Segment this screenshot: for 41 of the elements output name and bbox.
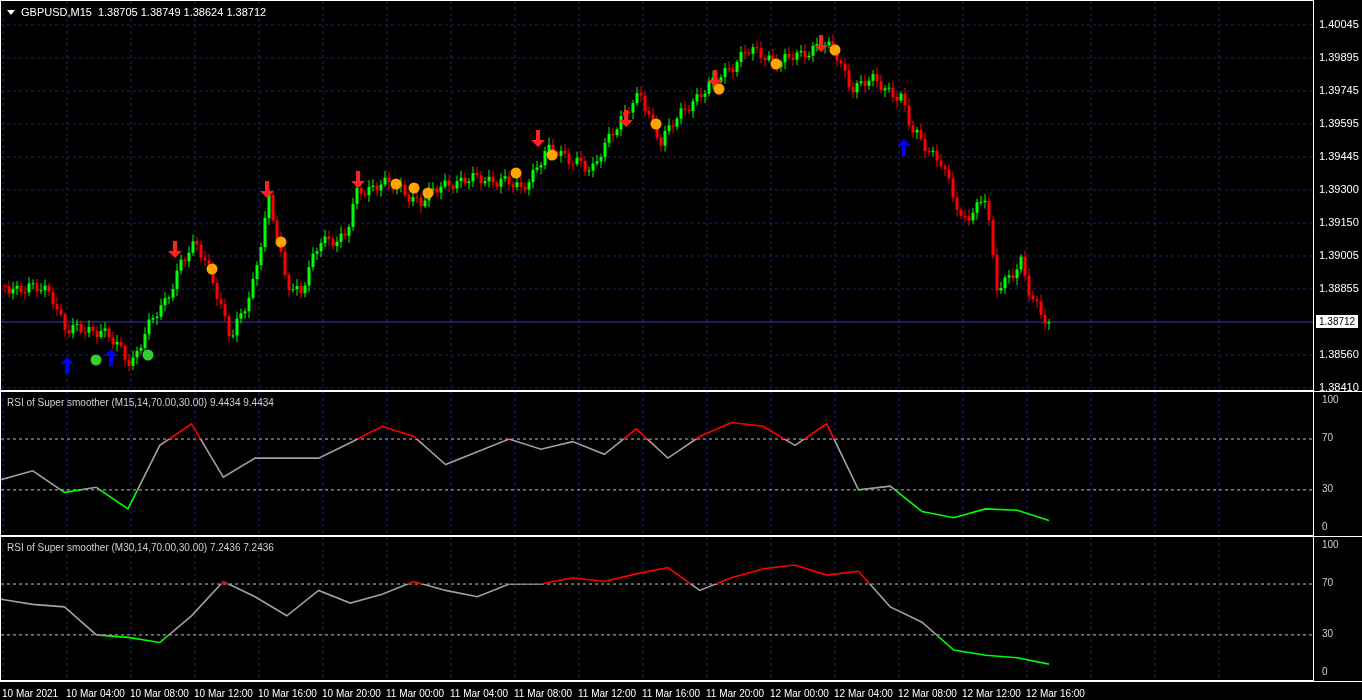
quote-values: 1.38705 1.38749 1.38624 1.38712 bbox=[97, 5, 267, 20]
axis-label: 100 bbox=[1322, 538, 1339, 551]
time-label: 10 Mar 08:00 bbox=[130, 687, 189, 699]
time-label: 10 Mar 04:00 bbox=[66, 687, 125, 699]
price-label: 1.39745 bbox=[1319, 84, 1359, 97]
axis-label: 0 bbox=[1322, 521, 1328, 533]
price-label: 1.39895 bbox=[1319, 51, 1359, 64]
price-label: 1.39300 bbox=[1319, 183, 1359, 196]
time-label: 10 Mar 16:00 bbox=[258, 687, 317, 699]
time-label: 12 Mar 12:00 bbox=[962, 687, 1021, 699]
price-label: 1.38560 bbox=[1319, 348, 1359, 361]
axis-label: 70 bbox=[1322, 577, 1334, 589]
time-label: 11 Mar 00:00 bbox=[386, 687, 445, 699]
time-label: 10 Mar 2021 bbox=[2, 687, 59, 699]
indicator-title: RSI of Super smoother (M30,14,70.00,30.00) 7.2436 7.2436 bbox=[7, 541, 274, 555]
time-label: 12 Mar 16:00 bbox=[1026, 687, 1085, 699]
price-label: 1.39005 bbox=[1319, 249, 1359, 262]
indicator-title: RSI of Super smoother (M15,14,70.00,30.00) 9.4434 9.4434 bbox=[7, 396, 274, 410]
axis-label: 30 bbox=[1322, 482, 1334, 495]
axis-label: 70 bbox=[1322, 432, 1334, 444]
time-label: 12 Mar 04:00 bbox=[834, 687, 893, 699]
axis-label: 30 bbox=[1322, 627, 1334, 640]
price-label: 1.40045 bbox=[1319, 18, 1359, 31]
time-label: 11 Mar 16:00 bbox=[642, 687, 701, 699]
time-label: 11 Mar 08:00 bbox=[514, 687, 573, 699]
price-label: 1.38410 bbox=[1319, 381, 1359, 394]
price-label: 1.38855 bbox=[1319, 282, 1359, 295]
axis-label: 100 bbox=[1322, 393, 1339, 406]
symbol-label: GBPUSD,M15 bbox=[21, 5, 92, 20]
axis-label: 0 bbox=[1322, 666, 1328, 678]
time-label: 11 Mar 04:00 bbox=[450, 687, 509, 699]
time-label: 11 Mar 20:00 bbox=[706, 687, 765, 699]
time-label: 10 Mar 12:00 bbox=[194, 687, 253, 699]
time-label: 11 Mar 12:00 bbox=[578, 687, 637, 699]
time-label: 12 Mar 08:00 bbox=[898, 687, 957, 699]
price-label: 1.39150 bbox=[1319, 216, 1359, 229]
time-label: 12 Mar 00:00 bbox=[770, 687, 829, 699]
time-label: 10 Mar 20:00 bbox=[322, 687, 381, 699]
price-label: 1.39595 bbox=[1319, 117, 1359, 130]
price-label: 1.38712 bbox=[1316, 315, 1359, 328]
price-label: 1.39445 bbox=[1319, 150, 1359, 163]
